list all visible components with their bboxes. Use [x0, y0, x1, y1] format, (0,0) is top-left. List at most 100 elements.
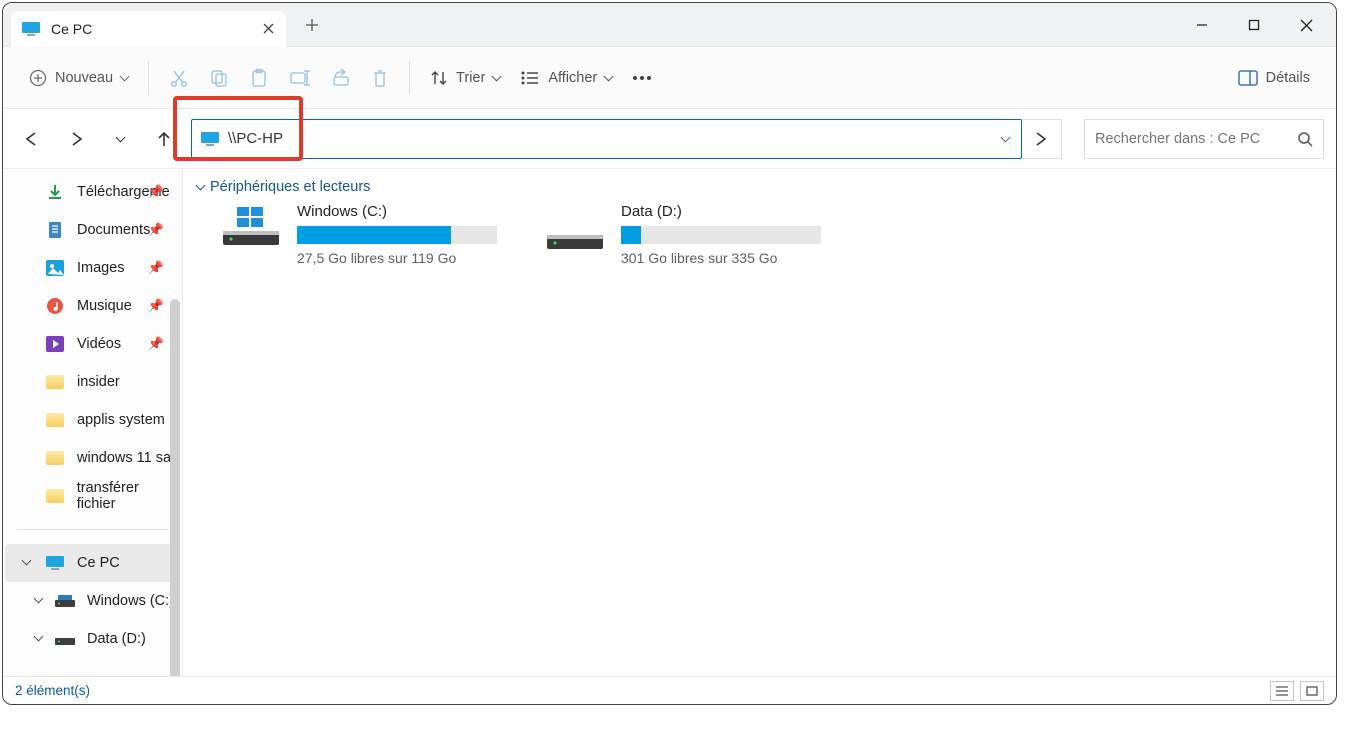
chevron-down-icon — [605, 69, 612, 87]
sidebar-item-windows-c[interactable]: Windows (C:) — [5, 582, 180, 620]
chevron-down-icon[interactable] — [1002, 130, 1009, 148]
sort-icon — [430, 69, 448, 87]
pc-icon — [45, 553, 65, 573]
drive-name: Windows (C:) — [297, 203, 507, 220]
search-box[interactable] — [1084, 119, 1324, 159]
pin-icon: 📌 — [148, 222, 164, 238]
more-button[interactable] — [624, 58, 660, 98]
view-button[interactable]: Afficher — [512, 58, 620, 98]
sidebar-item-label: Windows (C:) — [87, 593, 174, 609]
sidebar-item-musique[interactable]: Musique 📌 — [5, 287, 180, 325]
plus-circle-icon — [29, 69, 47, 87]
status-bar: 2 élément(s) — [3, 676, 1336, 704]
sidebar-item-transf-rer-fichier[interactable]: transférer fichier — [5, 477, 180, 515]
recent-dropdown[interactable] — [103, 122, 137, 156]
chevron-down-icon[interactable] — [23, 557, 30, 569]
back-button[interactable] — [15, 122, 49, 156]
sidebar-item-documents[interactable]: Documents📌 — [5, 211, 180, 249]
sidebar-item-vid-os[interactable]: Vidéos 📌 — [5, 325, 180, 363]
tab-bar: Ce PC — [3, 3, 1336, 47]
content-area[interactable]: Périphériques et lecteurs Windows (C:) 27… — [183, 169, 1336, 676]
cut-button[interactable] — [161, 58, 197, 98]
sidebar-item-label: Vidéos — [77, 336, 121, 352]
pin-icon: 📌 — [148, 184, 164, 200]
sidebar-item-ce-pc[interactable]: Ce PC — [5, 544, 180, 582]
window-controls — [1176, 3, 1332, 47]
details-label: Détails — [1266, 70, 1310, 86]
group-header-devices[interactable]: Périphériques et lecteurs — [197, 179, 1322, 195]
tab-close-icon[interactable] — [260, 21, 276, 37]
drive-data-d-[interactable]: Data (D:) 301 Go libres sur 335 Go — [547, 203, 831, 266]
drive-icon — [547, 203, 603, 266]
address-bar[interactable] — [191, 119, 1022, 159]
drive-icon — [55, 629, 75, 649]
drive-usage-bar — [297, 226, 497, 244]
view-details-button[interactable] — [1270, 681, 1294, 701]
separator — [409, 61, 410, 95]
up-button[interactable] — [147, 122, 181, 156]
sidebar-item-applis-system[interactable]: applis system — [5, 401, 180, 439]
sort-button[interactable]: Trier — [422, 58, 508, 98]
sidebar-item-windows-11-san[interactable]: windows 11 san — [5, 439, 180, 477]
go-button[interactable] — [1022, 119, 1062, 159]
copy-icon — [209, 68, 229, 88]
drive-name: Data (D:) — [621, 203, 831, 220]
search-icon — [1297, 131, 1313, 147]
sidebar-item-label: Ce PC — [77, 555, 120, 571]
maximize-button[interactable] — [1228, 3, 1280, 47]
view-label: Afficher — [548, 70, 597, 86]
sidebar-item-label: windows 11 san — [77, 450, 179, 466]
sidebar-item-label: transférer fichier — [77, 480, 180, 512]
new-tab-button[interactable] — [296, 9, 328, 41]
pin-icon: 📌 — [148, 298, 164, 314]
sidebar-item-data-d[interactable]: Data (D:) — [5, 620, 180, 658]
folder-icon — [45, 410, 65, 430]
drive-usage-bar — [621, 226, 821, 244]
chevron-right-icon[interactable] — [35, 595, 42, 607]
download-icon — [45, 182, 65, 202]
drive-icon — [223, 203, 279, 266]
pin-icon: 📌 — [148, 336, 164, 352]
share-button[interactable] — [323, 58, 359, 98]
navigation-bar — [3, 109, 1336, 169]
toolbar: Nouveau Trier Afficher Détails — [3, 47, 1336, 109]
group-header-label: Périphériques et lecteurs — [210, 179, 370, 195]
pc-icon — [200, 129, 220, 149]
sidebar-item-label: Musique — [77, 298, 132, 314]
search-input[interactable] — [1095, 131, 1289, 147]
new-label: Nouveau — [55, 70, 113, 86]
pc-icon — [21, 19, 41, 39]
share-icon — [331, 68, 351, 88]
minimize-button[interactable] — [1176, 3, 1228, 47]
tab-title: Ce PC — [51, 21, 250, 37]
copy-button[interactable] — [201, 58, 237, 98]
scrollbar-thumb[interactable] — [170, 299, 180, 676]
navigation-pane[interactable]: Téléchargeme📌Documents📌Images📌Musique📌Vi… — [3, 169, 183, 676]
view-large-button[interactable] — [1300, 681, 1324, 701]
sidebar-item-label: insider — [77, 374, 120, 390]
paste-button[interactable] — [241, 58, 277, 98]
music-icon — [45, 296, 65, 316]
chevron-down-icon — [197, 179, 204, 195]
drive-free-text: 27,5 Go libres sur 119 Go — [297, 250, 507, 266]
chevron-right-icon[interactable] — [35, 633, 42, 645]
pin-icon: 📌 — [148, 260, 164, 276]
sidebar-item-label: Documents — [77, 222, 150, 238]
image-icon — [45, 258, 65, 278]
sidebar-item-insider[interactable]: insider — [5, 363, 180, 401]
drive-windows-c-[interactable]: Windows (C:) 27,5 Go libres sur 119 Go — [223, 203, 507, 266]
delete-button[interactable] — [363, 58, 397, 98]
explorer-window: Ce PC Nouveau Trier — [2, 2, 1337, 705]
tab-ce-pc[interactable]: Ce PC — [11, 11, 286, 47]
forward-button[interactable] — [59, 122, 93, 156]
sidebar-item-t-l-chargeme[interactable]: Téléchargeme📌 — [5, 173, 180, 211]
rename-button[interactable] — [281, 58, 319, 98]
address-input[interactable] — [228, 130, 994, 147]
drive-free-text: 301 Go libres sur 335 Go — [621, 250, 831, 266]
clipboard-icon — [249, 68, 269, 88]
ellipsis-icon — [632, 75, 652, 81]
new-button[interactable]: Nouveau — [21, 58, 136, 98]
sidebar-item-images[interactable]: Images📌 — [5, 249, 180, 287]
close-button[interactable] — [1280, 3, 1332, 47]
details-pane-button[interactable]: Détails — [1230, 58, 1318, 98]
